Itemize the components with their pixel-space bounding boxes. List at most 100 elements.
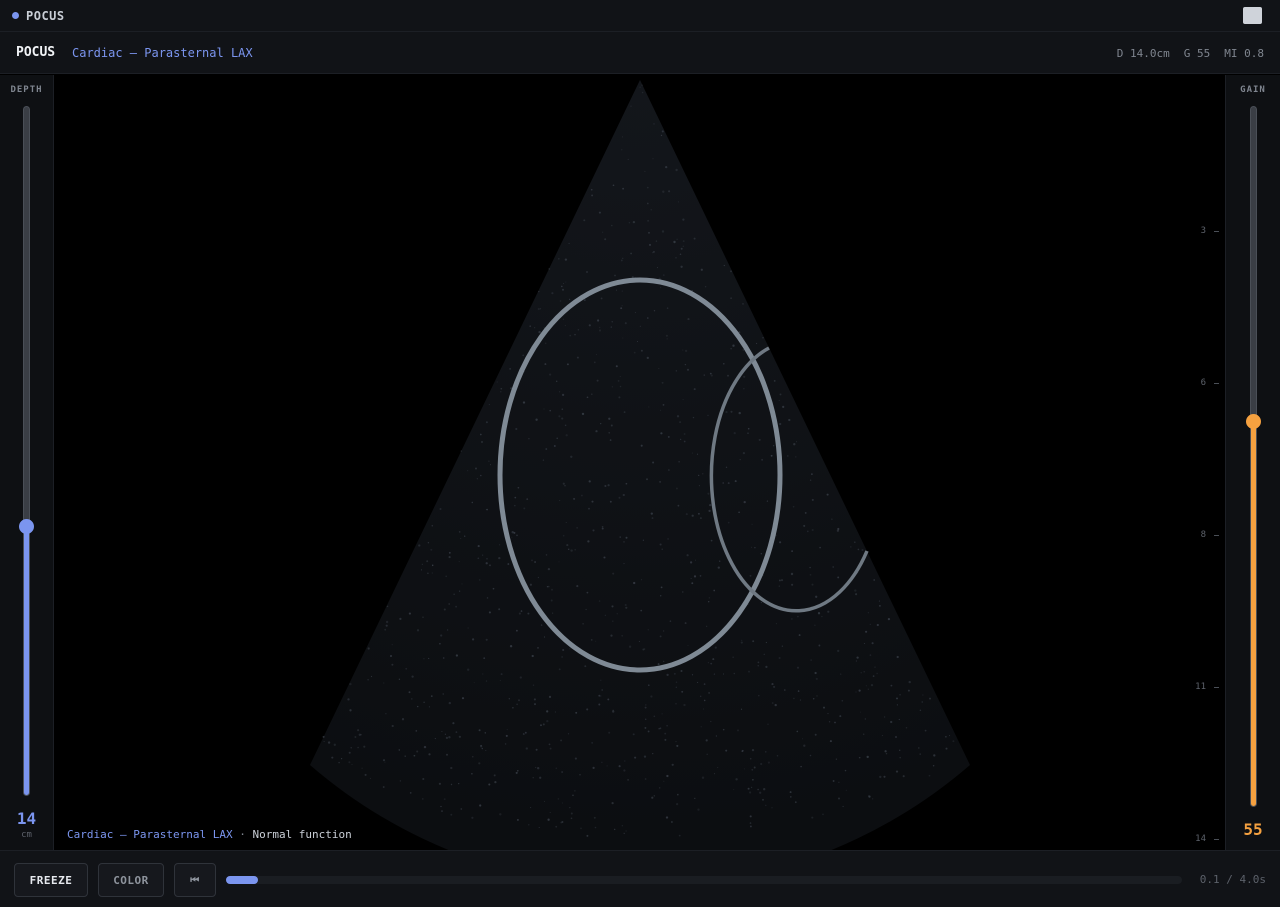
gain-slider-thumb[interactable]	[1246, 413, 1261, 429]
speckle-dot	[689, 561, 693, 564]
speckle-dot	[659, 787, 661, 789]
depth-slider-thumb[interactable]	[19, 518, 34, 534]
speckle-dot	[450, 783, 453, 786]
speckle-dot	[814, 733, 817, 736]
speckle-dot	[500, 391, 502, 393]
speckle-dot	[573, 497, 576, 500]
speckle-dot	[471, 638, 475, 641]
speckle-dot	[708, 597, 711, 599]
speckle-dot	[545, 554, 548, 556]
speckle-dot	[919, 709, 922, 712]
speckle-dot	[676, 803, 679, 806]
speckle-dot	[644, 706, 647, 709]
speckle-dot	[570, 455, 573, 458]
speckle-dot	[921, 701, 923, 703]
speckle-dot	[710, 374, 713, 377]
speckle-dot	[600, 679, 602, 681]
speckle-dot	[850, 546, 852, 548]
speckle-dot	[566, 544, 569, 547]
speckle-dot	[599, 326, 601, 329]
gain-slider-fill	[1251, 421, 1256, 806]
speckle-dot	[430, 695, 433, 697]
ultrasound-viewport[interactable]: 3 6 8 11 14 Cardiac — Parasternal LAX · …	[55, 75, 1225, 850]
speckle-dot	[588, 324, 591, 327]
speckle-dot	[876, 672, 878, 675]
speckle-dot	[918, 747, 920, 749]
depth-readout: D 14.0cm	[1116, 47, 1170, 60]
speckle-dot	[333, 743, 336, 746]
speckle-dot	[570, 812, 573, 815]
speckle-dot	[647, 317, 649, 319]
speckle-dot	[561, 771, 563, 773]
speckle-dot	[601, 689, 604, 691]
speckle-dot	[471, 501, 474, 504]
color-button[interactable]: COLOR	[98, 863, 164, 897]
speckle-dot	[741, 750, 744, 753]
speckle-dot	[558, 258, 560, 260]
speckle-dot	[932, 765, 935, 767]
speckle-dot	[675, 702, 677, 705]
depth-slider[interactable]	[19, 106, 34, 796]
speckle-dot	[351, 763, 353, 766]
preset-label[interactable]: Cardiac — Parasternal LAX	[72, 46, 253, 60]
speckle-dot	[826, 493, 829, 496]
speckle-dot	[569, 806, 571, 809]
speckle-dot	[895, 770, 899, 773]
speckle-dot	[908, 680, 911, 684]
speckle-dot	[422, 616, 424, 618]
speckle-dot	[639, 86, 641, 88]
speckle-dot	[413, 754, 416, 757]
maximize-icon[interactable]	[1243, 7, 1262, 24]
speckle-dot	[577, 328, 580, 331]
speckle-dot	[899, 693, 901, 696]
speckle-dot	[669, 620, 672, 622]
speckle-dot	[838, 781, 840, 783]
speckle-dot	[580, 494, 583, 497]
speckle-dot	[624, 603, 627, 607]
speckle-dot	[621, 825, 623, 827]
speckle-dot	[485, 638, 488, 641]
speckle-dot	[771, 807, 773, 809]
speckle-dot	[546, 710, 549, 713]
cine-progress-bar[interactable]	[226, 876, 1182, 884]
speckle-dot	[486, 597, 489, 599]
speckle-dot	[708, 601, 710, 603]
speckle-dot	[759, 791, 762, 794]
speckle-dot	[792, 505, 795, 508]
speckle-dot	[467, 627, 469, 629]
speckle-dot	[662, 404, 665, 406]
speckle-dot	[549, 373, 552, 376]
speckle-dot	[350, 747, 352, 749]
speckle-dot	[543, 800, 546, 803]
gain-slider[interactable]	[1246, 106, 1261, 807]
title-bar: POCUS	[0, 0, 1280, 32]
speckle-dot	[593, 816, 596, 819]
speckle-dot	[543, 327, 545, 329]
speckle-dot	[515, 427, 518, 431]
speckle-dot	[492, 587, 495, 590]
speckle-dot	[699, 575, 702, 577]
speckle-dot	[898, 718, 900, 721]
depth-scale-tick: 6	[1201, 378, 1219, 388]
speckle-dot	[725, 749, 728, 752]
speckle-dot	[584, 665, 587, 668]
depth-slider-fill	[24, 526, 29, 795]
speckle-dot	[538, 290, 540, 293]
speckle-dot	[534, 703, 536, 706]
speckle-dot	[624, 322, 627, 325]
speckle-dot	[652, 752, 654, 755]
speckle-dot	[663, 660, 665, 662]
speckle-dot	[590, 188, 593, 191]
speckle-dot	[399, 780, 402, 782]
speckle-dot	[485, 508, 487, 510]
speckle-dot	[461, 697, 465, 700]
speckle-dot	[532, 684, 535, 686]
speckle-dot	[382, 786, 385, 788]
freeze-button[interactable]: FREEZE	[14, 863, 88, 897]
speckle-dot	[781, 645, 784, 647]
speckle-dot	[598, 329, 602, 332]
speckle-dot	[625, 482, 628, 485]
speckle-dot	[650, 695, 653, 698]
speckle-dot	[799, 699, 801, 701]
rewind-button[interactable]: ⏮	[174, 863, 216, 897]
